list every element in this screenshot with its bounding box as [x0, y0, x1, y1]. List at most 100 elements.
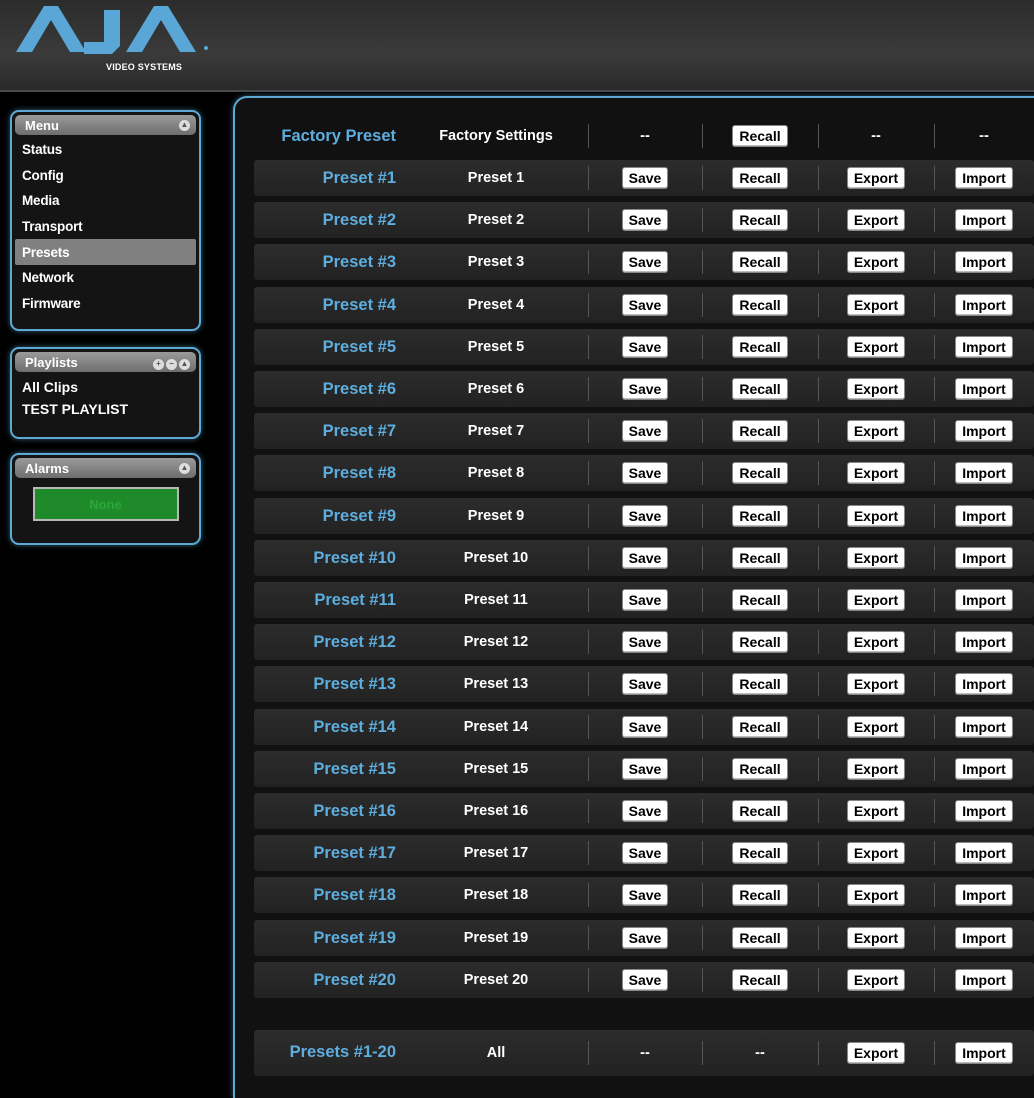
export-button[interactable]: Export	[846, 209, 906, 231]
menu-item-network[interactable]: Network	[12, 265, 199, 291]
save-button[interactable]: Save	[621, 842, 669, 864]
save-button[interactable]: Save	[621, 378, 669, 400]
recall-button[interactable]: Recall	[732, 969, 788, 991]
export-button[interactable]: Export	[846, 294, 906, 316]
export-button[interactable]: Export	[846, 842, 906, 864]
all-export-button[interactable]: Export	[846, 1042, 906, 1064]
save-button[interactable]: Save	[621, 294, 669, 316]
menu-item-config[interactable]: Config	[12, 163, 199, 189]
export-button[interactable]: Export	[846, 716, 906, 738]
save-button[interactable]: Save	[621, 631, 669, 653]
menu-item-status[interactable]: Status	[12, 137, 199, 163]
export-button[interactable]: Export	[846, 631, 906, 653]
import-button[interactable]: Import	[955, 927, 1013, 949]
save-button[interactable]: Save	[621, 209, 669, 231]
import-button[interactable]: Import	[955, 884, 1013, 906]
save-button[interactable]: Save	[621, 758, 669, 780]
menu-item-transport[interactable]: Transport	[12, 214, 199, 240]
save-button[interactable]: Save	[621, 716, 669, 738]
recall-button[interactable]: Recall	[732, 462, 788, 484]
recall-button[interactable]: Recall	[732, 800, 788, 822]
import-button[interactable]: Import	[955, 505, 1013, 527]
recall-button[interactable]: Recall	[732, 378, 788, 400]
factory-recall-button[interactable]: Recall	[732, 125, 788, 147]
export-button[interactable]: Export	[846, 505, 906, 527]
export-button[interactable]: Export	[846, 884, 906, 906]
export-button[interactable]: Export	[846, 927, 906, 949]
recall-button[interactable]: Recall	[732, 336, 788, 358]
export-button[interactable]: Export	[846, 800, 906, 822]
import-button[interactable]: Import	[955, 167, 1013, 189]
recall-button[interactable]: Recall	[732, 547, 788, 569]
import-button[interactable]: Import	[955, 800, 1013, 822]
save-button[interactable]: Save	[621, 251, 669, 273]
recall-button[interactable]: Recall	[732, 589, 788, 611]
recall-button[interactable]: Recall	[732, 631, 788, 653]
import-button[interactable]: Import	[955, 969, 1013, 991]
playlists-panel-header[interactable]: Playlists + − ▲	[15, 352, 196, 372]
save-button[interactable]: Save	[621, 547, 669, 569]
save-button[interactable]: Save	[621, 969, 669, 991]
export-button[interactable]: Export	[846, 420, 906, 442]
recall-button[interactable]: Recall	[732, 884, 788, 906]
playlist-item-all-clips[interactable]: All Clips	[12, 376, 199, 398]
import-button[interactable]: Import	[955, 842, 1013, 864]
import-button[interactable]: Import	[955, 209, 1013, 231]
recall-button[interactable]: Recall	[732, 673, 788, 695]
import-button[interactable]: Import	[955, 547, 1013, 569]
menu-item-media[interactable]: Media	[12, 188, 199, 214]
import-button[interactable]: Import	[955, 758, 1013, 780]
menu-item-firmware[interactable]: Firmware	[12, 291, 199, 317]
collapse-icon[interactable]: ▲	[179, 462, 190, 474]
import-button[interactable]: Import	[955, 462, 1013, 484]
save-button[interactable]: Save	[621, 462, 669, 484]
save-button[interactable]: Save	[621, 884, 669, 906]
menu-panel-header[interactable]: Menu ▲	[15, 115, 196, 135]
import-button[interactable]: Import	[955, 631, 1013, 653]
recall-button[interactable]: Recall	[732, 251, 788, 273]
save-button[interactable]: Save	[621, 673, 669, 695]
add-icon[interactable]: +	[153, 358, 164, 370]
export-button[interactable]: Export	[846, 673, 906, 695]
recall-button[interactable]: Recall	[732, 420, 788, 442]
import-button[interactable]: Import	[955, 673, 1013, 695]
export-button[interactable]: Export	[846, 336, 906, 358]
recall-button[interactable]: Recall	[732, 842, 788, 864]
export-button[interactable]: Export	[846, 251, 906, 273]
all-import-button[interactable]: Import	[955, 1042, 1013, 1064]
save-button[interactable]: Save	[621, 420, 669, 442]
collapse-icon[interactable]: ▲	[179, 358, 190, 370]
alarms-panel-header[interactable]: Alarms ▲	[15, 458, 196, 478]
import-button[interactable]: Import	[955, 251, 1013, 273]
save-button[interactable]: Save	[621, 167, 669, 189]
export-button[interactable]: Export	[846, 378, 906, 400]
import-button[interactable]: Import	[955, 294, 1013, 316]
import-button[interactable]: Import	[955, 716, 1013, 738]
remove-icon[interactable]: −	[166, 358, 177, 370]
recall-button[interactable]: Recall	[732, 294, 788, 316]
recall-button[interactable]: Recall	[732, 209, 788, 231]
recall-button[interactable]: Recall	[732, 758, 788, 780]
menu-item-presets[interactable]: Presets	[15, 239, 196, 265]
recall-button[interactable]: Recall	[732, 505, 788, 527]
save-button[interactable]: Save	[621, 800, 669, 822]
save-button[interactable]: Save	[621, 589, 669, 611]
export-button[interactable]: Export	[846, 969, 906, 991]
export-button[interactable]: Export	[846, 758, 906, 780]
recall-button[interactable]: Recall	[732, 167, 788, 189]
save-button[interactable]: Save	[621, 336, 669, 358]
import-button[interactable]: Import	[955, 336, 1013, 358]
save-button[interactable]: Save	[621, 927, 669, 949]
export-button[interactable]: Export	[846, 547, 906, 569]
export-button[interactable]: Export	[846, 462, 906, 484]
playlist-item-test[interactable]: TEST PLAYLIST	[12, 398, 199, 420]
export-button[interactable]: Export	[846, 167, 906, 189]
save-button[interactable]: Save	[621, 505, 669, 527]
import-button[interactable]: Import	[955, 378, 1013, 400]
recall-button[interactable]: Recall	[732, 716, 788, 738]
export-button[interactable]: Export	[846, 589, 906, 611]
recall-button[interactable]: Recall	[732, 927, 788, 949]
import-button[interactable]: Import	[955, 420, 1013, 442]
import-button[interactable]: Import	[955, 589, 1013, 611]
collapse-icon[interactable]: ▲	[179, 119, 190, 131]
